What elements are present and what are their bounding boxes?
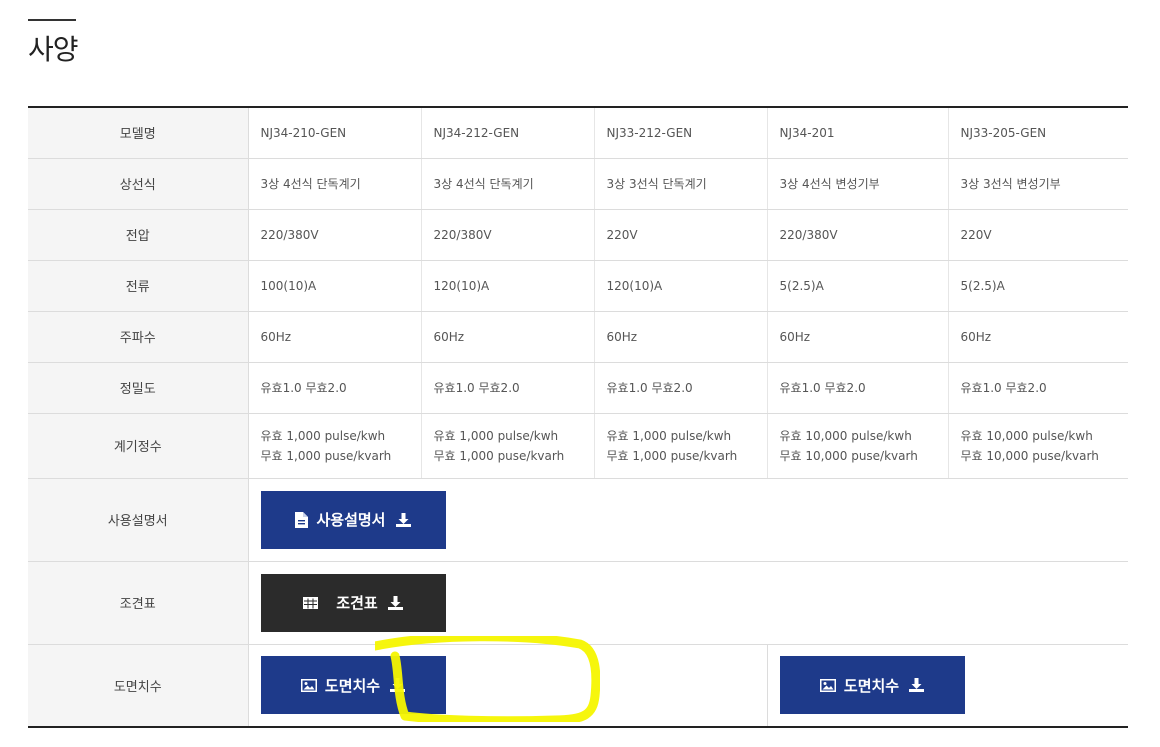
cell-line: 유효 10,000 pulse/kwh — [779, 428, 912, 443]
row-label: 계기정수 — [28, 413, 249, 479]
table-cell: 3상 4선식 단독계기 — [248, 158, 422, 210]
table-row: 정밀도 유효1.0 무효2.0 유효1.0 무효2.0 유효1.0 무효2.0 … — [28, 362, 1128, 414]
row-label: 전압 — [28, 209, 249, 261]
download-icon — [387, 595, 403, 610]
table-row: 계기정수 유효 1,000 pulse/kwh 무효 1,000 puse/kv… — [28, 413, 1128, 479]
table-cell: NJ33-212-GEN — [594, 107, 768, 159]
cell-line: 유효 10,000 pulse/kwh — [960, 428, 1093, 443]
table-cell: 유효 1,000 pulse/kwh 무효 1,000 puse/kvarh — [248, 413, 422, 479]
spec-table: 모델명 NJ34-210-GEN NJ34-212-GEN NJ33-212-G… — [28, 106, 1128, 728]
cell-line: 무효 10,000 puse/kvarh — [779, 448, 918, 463]
page-title: 사양 — [28, 33, 79, 66]
table-row: 전류 100(10)A 120(10)A 120(10)A 5(2.5)A 5(… — [28, 260, 1128, 312]
table-cell: 120(10)A — [421, 260, 595, 312]
table-cell: 60Hz — [421, 311, 595, 363]
table-cell: 도면치수 — [248, 644, 768, 727]
table-cell: 유효1.0 무효2.0 — [948, 362, 1128, 414]
table-cell: 60Hz — [594, 311, 768, 363]
table-cell: 220V — [948, 209, 1128, 261]
row-label: 도면치수 — [28, 644, 249, 727]
table-row: 사용설명서 사용설명서 — [28, 478, 1128, 562]
table-cell: 조견표 — [248, 561, 1128, 645]
table-cell: 3상 4선식 변성기부 — [767, 158, 949, 210]
row-label: 상선식 — [28, 158, 249, 210]
cell-line: 무효 1,000 puse/kvarh — [433, 448, 565, 463]
table-cell: 60Hz — [767, 311, 949, 363]
manual-button-label: 사용설명서 — [316, 511, 386, 529]
table-cell: 60Hz — [948, 311, 1128, 363]
table-cell: 사용설명서 — [248, 478, 1128, 562]
table-row: 상선식 3상 4선식 단독계기 3상 4선식 단독계기 3상 3선식 단독계기 … — [28, 158, 1128, 210]
row-label: 조견표 — [28, 561, 249, 645]
table-cell: 220/380V — [767, 209, 949, 261]
table-row: 모델명 NJ34-210-GEN NJ34-212-GEN NJ33-212-G… — [28, 107, 1128, 159]
title-accent-bar — [28, 19, 76, 21]
table-cell: 120(10)A — [594, 260, 768, 312]
drawing-download-button-2[interactable]: 도면치수 — [779, 656, 965, 715]
table-cell: 220/380V — [248, 209, 422, 261]
row-label: 모델명 — [28, 107, 249, 159]
lookup-table-download-button[interactable]: 조견표 — [260, 573, 446, 632]
table-row: 주파수 60Hz 60Hz 60Hz 60Hz 60Hz — [28, 311, 1128, 363]
grid-icon — [303, 596, 319, 609]
table-cell: 60Hz — [248, 311, 422, 363]
table-cell: NJ34-201 — [767, 107, 949, 159]
table-cell: 유효1.0 무효2.0 — [594, 362, 768, 414]
table-cell: 3상 4선식 단독계기 — [421, 158, 595, 210]
table-cell: 220/380V — [421, 209, 595, 261]
table-cell: NJ34-210-GEN — [248, 107, 422, 159]
table-cell: 5(2.5)A — [767, 260, 949, 312]
table-cell: 유효1.0 무효2.0 — [767, 362, 949, 414]
table-row: 도면치수 도면치수 도면치수 — [28, 644, 1128, 727]
table-cell: 유효1.0 무효2.0 — [248, 362, 422, 414]
cell-line: 무효 1,000 puse/kvarh — [606, 448, 738, 463]
row-label: 주파수 — [28, 311, 249, 363]
table-cell: 5(2.5)A — [948, 260, 1128, 312]
table-row: 전압 220/380V 220/380V 220V 220/380V 220V — [28, 209, 1128, 261]
table-cell: 3상 3선식 변성기부 — [948, 158, 1128, 210]
cell-line: 무효 1,000 puse/kvarh — [260, 448, 392, 463]
drawing-button-label: 도면치수 — [843, 676, 900, 695]
lookup-table-button-label: 조견표 — [336, 594, 378, 612]
table-cell: 100(10)A — [248, 260, 422, 312]
table-cell: 유효 10,000 pulse/kwh 무효 10,000 puse/kvarh — [948, 413, 1128, 479]
table-cell: 유효 1,000 pulse/kwh 무효 1,000 puse/kvarh — [421, 413, 595, 479]
table-cell: 유효 10,000 pulse/kwh 무효 10,000 puse/kvarh — [767, 413, 949, 479]
row-label: 전류 — [28, 260, 249, 312]
drawing-download-button-1[interactable]: 도면치수 — [260, 656, 446, 715]
manual-download-button[interactable]: 사용설명서 — [260, 490, 446, 549]
cell-line: 유효 1,000 pulse/kwh — [260, 428, 386, 443]
drawing-button-label: 도면치수 — [324, 676, 381, 695]
row-label: 정밀도 — [28, 362, 249, 414]
table-cell: NJ34-212-GEN — [421, 107, 595, 159]
table-cell: 도면치수 — [767, 644, 1128, 727]
table-cell: 3상 3선식 단독계기 — [594, 158, 768, 210]
cell-line: 유효 1,000 pulse/kwh — [606, 428, 732, 443]
download-icon — [909, 678, 925, 693]
document-icon — [295, 511, 309, 528]
download-icon — [395, 512, 411, 527]
row-label: 사용설명서 — [28, 478, 249, 562]
download-icon — [390, 678, 406, 693]
cell-line: 유효 1,000 pulse/kwh — [433, 428, 559, 443]
table-cell: 유효 1,000 pulse/kwh 무효 1,000 puse/kvarh — [594, 413, 768, 479]
table-row: 조견표 조견표 — [28, 561, 1128, 645]
image-icon — [819, 678, 836, 692]
image-icon — [300, 678, 317, 692]
table-cell: 유효1.0 무효2.0 — [421, 362, 595, 414]
table-cell: 220V — [594, 209, 768, 261]
table-cell: NJ33-205-GEN — [948, 107, 1128, 159]
cell-line: 무효 10,000 puse/kvarh — [960, 448, 1099, 463]
